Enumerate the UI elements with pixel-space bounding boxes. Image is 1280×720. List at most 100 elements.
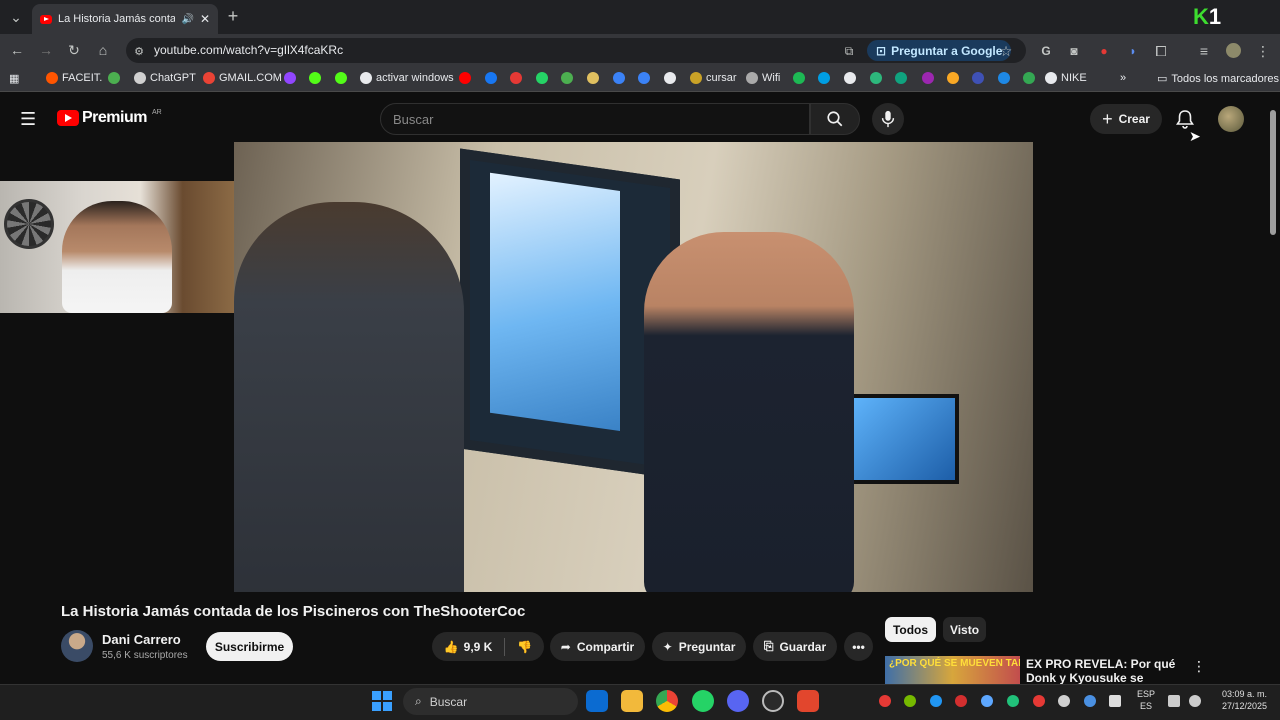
chrome-menu-icon[interactable]: ⋮ — [1252, 40, 1274, 62]
bookmark-item[interactable] — [947, 72, 959, 84]
bookmark-item[interactable] — [284, 72, 296, 84]
apps-grid-icon[interactable]: ▦ — [9, 72, 19, 85]
like-button[interactable]: 👍 9,9 K — [444, 640, 493, 654]
brave-app-icon[interactable] — [797, 690, 819, 712]
extensions-puzzle-icon[interactable]: ⧠ — [1150, 40, 1172, 62]
recommended-title[interactable]: EX PRO REVELA: Por qué Donk y Kyousuke s… — [1026, 657, 1191, 685]
voice-search-button[interactable] — [872, 103, 904, 135]
store-app-icon[interactable] — [586, 690, 608, 712]
all-bookmarks-folder[interactable]: ▭ Todos los marcadores — [1157, 72, 1279, 86]
tray-app2-icon[interactable] — [955, 695, 967, 707]
search-button[interactable] — [810, 103, 860, 135]
bookmark-item[interactable] — [510, 72, 522, 84]
active-tab[interactable]: La Historia Jamás contada d 🔊 ✕ — [32, 4, 218, 34]
extension-audio-icon[interactable]: ◗ — [1122, 40, 1144, 62]
bookmark-item[interactable]: NIKE — [1045, 72, 1087, 84]
subscribe-button[interactable]: Suscribirme — [206, 632, 293, 661]
taskbar-search[interactable]: ⌕ Buscar — [403, 688, 578, 715]
ask-google-button[interactable]: ⊡ Preguntar a Google — [867, 40, 1012, 61]
video-player[interactable] — [234, 142, 1033, 592]
tray-app3-icon[interactable] — [981, 695, 993, 707]
save-button[interactable]: ⎘ Guardar — [753, 632, 837, 661]
tray-keyboard-icon[interactable] — [1109, 695, 1121, 707]
more-actions-button[interactable]: ••• — [844, 632, 873, 661]
bookmark-item[interactable] — [309, 72, 321, 84]
ask-button[interactable]: ✦ Preguntar — [652, 632, 746, 661]
tray-volume-icon[interactable] — [1189, 695, 1201, 707]
taskbar-clock[interactable]: 03:09 a. m. 27/12/2025 — [1212, 688, 1267, 712]
bookmark-item[interactable]: Wifi — [746, 72, 780, 84]
bookmark-item[interactable] — [998, 72, 1010, 84]
forward-icon[interactable]: → — [35, 39, 57, 61]
create-button[interactable]: + Crear — [1090, 104, 1162, 134]
bookmark-item[interactable] — [587, 72, 599, 84]
input-language[interactable]: ESP ES — [1134, 688, 1158, 712]
bookmark-item[interactable] — [459, 72, 471, 84]
bookmark-item[interactable] — [844, 72, 856, 84]
back-icon[interactable]: ← — [6, 39, 28, 61]
tray-app4-icon[interactable] — [1007, 695, 1019, 707]
tray-mic-icon[interactable] — [1084, 695, 1096, 707]
bookmark-item[interactable] — [664, 72, 676, 84]
home-icon[interactable]: ⌂ — [92, 39, 114, 61]
google-translate-extension-icon[interactable]: G — [1035, 40, 1057, 62]
bookmark-item[interactable] — [895, 72, 907, 84]
account-avatar[interactable] — [1218, 106, 1244, 132]
bookmark-item[interactable] — [818, 72, 830, 84]
bookmark-item[interactable] — [638, 72, 650, 84]
recommended-more-icon[interactable]: ⋮ — [1192, 658, 1206, 675]
tab-audio-icon[interactable]: 🔊 — [181, 14, 193, 25]
bookmark-item[interactable]: ChatGPT — [134, 72, 196, 84]
discord-app-icon[interactable] — [727, 690, 749, 712]
bookmark-star-icon[interactable]: ☆ — [995, 40, 1017, 62]
extension-cat-icon[interactable]: ◙ — [1063, 40, 1085, 62]
search-input[interactable]: Buscar — [380, 103, 810, 135]
site-info-icon[interactable]: ⚙ — [128, 40, 150, 62]
bookmark-item[interactable]: activar windows — [360, 72, 454, 84]
tab-close-icon[interactable]: ✕ — [200, 12, 210, 26]
whatsapp-app-icon[interactable] — [692, 690, 714, 712]
channel-name[interactable]: Dani Carrero — [102, 632, 181, 647]
tray-nvidia-icon[interactable] — [904, 695, 916, 707]
share-button[interactable]: ➦ Compartir — [550, 632, 645, 661]
chip-watched[interactable]: Visto — [943, 617, 986, 642]
bookmark-item[interactable]: GMAIL.COM — [203, 72, 282, 84]
tray-network-icon[interactable] — [1168, 695, 1180, 707]
bookmark-item[interactable] — [536, 72, 548, 84]
reload-icon[interactable]: ↻ — [63, 39, 85, 61]
tab-search-chevron-icon[interactable]: ⌄ — [5, 6, 27, 28]
bookmark-item[interactable] — [922, 72, 934, 84]
recommended-thumbnail[interactable]: ¿POR QUÉ SE MUEVEN TAN BIEN? — [885, 656, 1020, 684]
bookmark-item[interactable] — [793, 72, 805, 84]
url-text[interactable]: youtube.com/watch?v=gIlX4fcaKRc — [154, 43, 343, 57]
bookmark-item[interactable] — [613, 72, 625, 84]
youtube-premium-logo[interactable]: Premium AR — [57, 109, 162, 127]
dislike-button[interactable]: 👎 — [517, 640, 532, 654]
hamburger-menu-icon[interactable]: ☰ — [20, 109, 36, 130]
chip-all[interactable]: Todos — [885, 617, 936, 642]
media-control-icon[interactable]: ≡ — [1193, 40, 1215, 62]
bookmark-item[interactable]: cursar — [690, 72, 737, 84]
profile-avatar-icon[interactable] — [1226, 43, 1241, 58]
bookmarks-overflow-icon[interactable]: » — [1120, 72, 1126, 84]
bookmark-item[interactable] — [1023, 72, 1035, 84]
bookmark-item[interactable] — [870, 72, 882, 84]
chrome-app-icon[interactable] — [656, 690, 678, 712]
tray-app1-icon[interactable] — [879, 695, 891, 707]
bookmark-item[interactable] — [972, 72, 984, 84]
extension-red-icon[interactable]: ● — [1093, 40, 1115, 62]
bookmark-item[interactable] — [108, 72, 120, 84]
file-explorer-icon[interactable] — [621, 690, 643, 712]
tray-bluetooth-icon[interactable] — [930, 695, 942, 707]
bookmark-item[interactable] — [561, 72, 573, 84]
page-scrollbar[interactable] — [1269, 100, 1277, 680]
tray-app6-icon[interactable] — [1058, 695, 1070, 707]
tray-app5-icon[interactable] — [1033, 695, 1045, 707]
windows-start-icon[interactable] — [372, 691, 392, 711]
bookmark-item[interactable] — [485, 72, 497, 84]
steam-app-icon[interactable] — [762, 690, 784, 712]
bookmark-item[interactable]: FACEIT. — [46, 72, 102, 84]
channel-avatar[interactable] — [61, 630, 93, 662]
bookmark-item[interactable] — [335, 72, 347, 84]
new-tab-icon[interactable]: + — [222, 5, 244, 27]
